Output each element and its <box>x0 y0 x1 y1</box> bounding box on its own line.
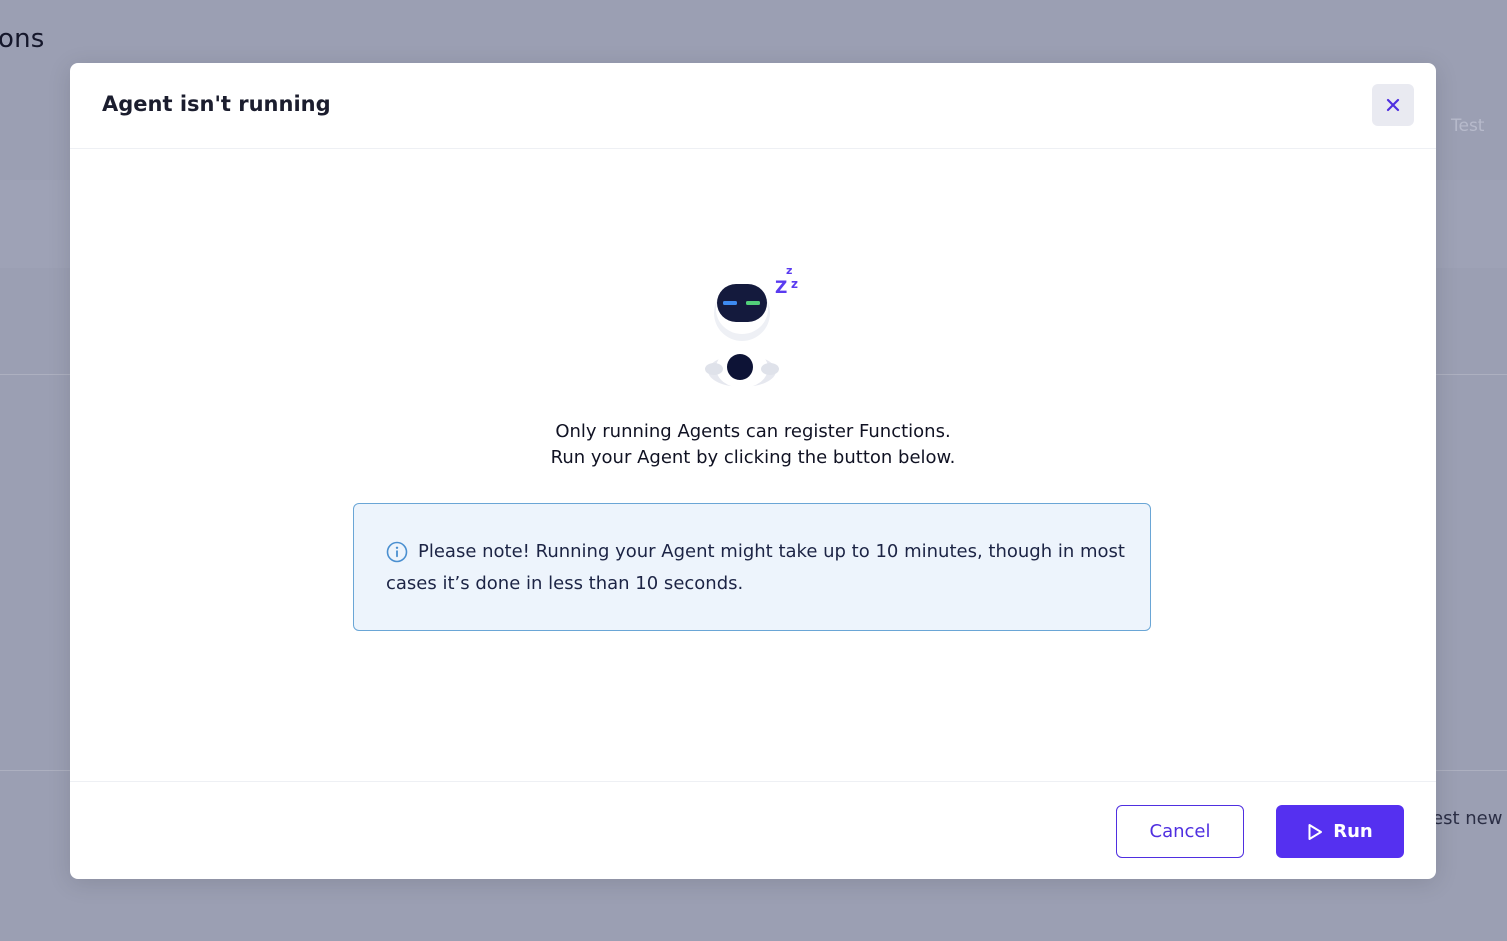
run-button-label: Run <box>1333 821 1373 842</box>
sleep-z-icon: Z <box>775 278 787 298</box>
dialog-footer: Cancel Run <box>70 781 1436 879</box>
dialog-title: Agent isn't running <box>102 92 331 116</box>
dialog-message: Only running Agents can register Functio… <box>353 419 1153 471</box>
dialog-header: Agent isn't running <box>70 63 1436 149</box>
sleeping-robot-illustration: z z Z <box>705 264 798 388</box>
background-link-text: est new f <box>1432 808 1507 829</box>
run-button[interactable]: Run <box>1276 805 1404 858</box>
note-text: Please note! Running your Agent might ta… <box>386 541 1125 594</box>
message-line: Only running Agents can register Functio… <box>555 421 951 442</box>
background-test-tab: Test <box>1451 116 1485 136</box>
message-line: Run your Agent by clicking the button be… <box>550 447 956 468</box>
cancel-button-label: Cancel <box>1149 821 1211 842</box>
background-page-title: ons <box>0 24 45 54</box>
sleep-z-icon: z <box>786 264 792 277</box>
play-icon <box>1307 823 1323 841</box>
info-note-box: Please note! Running your Agent might ta… <box>353 503 1151 631</box>
sleep-z-icon: z <box>791 277 798 291</box>
close-icon <box>1386 98 1400 112</box>
cancel-button[interactable]: Cancel <box>1116 805 1244 858</box>
close-button[interactable] <box>1372 84 1414 126</box>
agent-not-running-dialog: Agent isn't running z z Z Only running A… <box>70 63 1436 879</box>
